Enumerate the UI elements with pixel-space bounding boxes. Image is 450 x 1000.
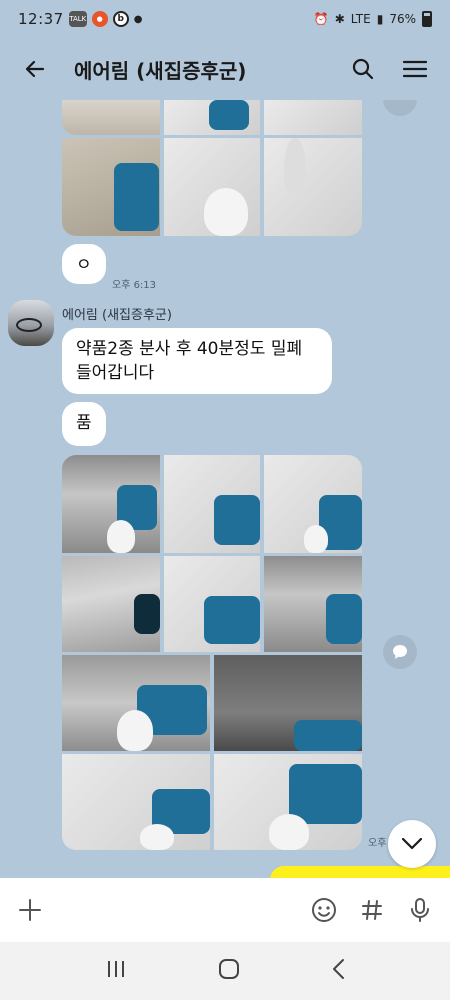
photo-thumbnail[interactable] [264,556,362,652]
system-back-button[interactable] [331,958,345,984]
sprayer-image [114,163,159,231]
photo-thumbnail[interactable] [264,455,362,553]
signal-icon: ▮ [376,12,384,26]
system-navigation-bar [0,942,450,1000]
plus-icon [19,899,41,921]
photo-thumbnail[interactable] [62,556,160,652]
search-icon [352,58,374,80]
message-bubble[interactable]: 약품2종 분사 후 40분정도 밀폐 들어갑니다 [62,328,332,394]
sprayer-image [294,720,362,751]
photo-thumbnail[interactable] [214,754,362,850]
emoji-button[interactable] [308,894,340,926]
share-button[interactable] [383,100,417,116]
sprayer-tank-image [117,710,153,751]
photo-thumbnail[interactable] [62,655,210,751]
sprayer-image [209,100,249,130]
sprayer-image [214,495,260,545]
sprayer-tank-image [204,188,248,236]
message-bubble[interactable]: 품 [62,402,106,446]
photo-thumbnail[interactable] [62,455,160,553]
chat-title: 에어림 (새집증후군) [74,58,247,83]
status-time: 12:37 [18,10,64,28]
sender-name: 에어림 (새집증후군) [62,308,172,323]
emoji-icon [312,898,336,922]
photo-thumbnail[interactable] [164,556,260,652]
sprayer-tank-image [269,814,309,850]
status-left: 12:37 TALK ● b ● [18,10,142,28]
photo-thumbnail[interactable] [62,100,160,135]
photo-thumbnail[interactable] [164,100,260,135]
scroll-down-button[interactable] [388,820,436,868]
recent-apps-icon [108,961,125,977]
app-notification-icon: ● [91,11,108,27]
sprayer-image [326,594,362,644]
status-right: ⏰ ✱ LTE ▮ 76% [314,11,432,27]
bluetooth-icon: ✱ [334,12,345,26]
photo-thumbnail[interactable] [164,455,260,553]
photo-thumbnail[interactable] [264,100,362,135]
back-button[interactable] [18,52,52,86]
hamburger-menu-icon [402,60,428,78]
photo-thumbnail[interactable] [214,655,362,751]
photo-thumbnail[interactable] [164,138,260,236]
hashtag-icon [362,900,382,920]
message-bubble[interactable]: ㅇ [62,244,106,284]
avatar[interactable] [8,300,54,346]
vacuum-image [284,138,306,198]
search-button[interactable] [346,52,380,86]
b-app-icon: b [112,11,129,27]
bicycle-icon [16,318,42,332]
battery-icon [422,11,432,27]
message-input[interactable] [58,890,292,930]
speech-bubble-icon [393,645,407,659]
home-icon [218,959,239,979]
chat-header: 에어림 (새집증후군) [0,38,450,100]
network-label: LTE [350,12,371,26]
recent-apps-button[interactable] [105,959,127,983]
attach-button[interactable] [14,894,46,926]
voice-button[interactable] [404,894,436,926]
back-chevron-icon [332,959,344,979]
share-button[interactable] [383,635,417,669]
alarm-icon: ⏰ [313,12,329,26]
photo-thumbnail[interactable] [62,754,210,850]
sprayer-image [134,594,160,634]
more-notifications-dot: ● [133,13,143,25]
status-bar: 12:37 TALK ● b ● ⏰ ✱ LTE ▮ 76% [0,0,450,38]
hashtag-button[interactable] [356,894,388,926]
menu-button[interactable] [398,52,432,86]
sprayer-tank-image [140,824,174,850]
chat-messages[interactable]: ㅇ 오후 6:13 에어림 (새집증후군) 약품2종 분사 후 40분정도 밀폐… [0,100,450,878]
message-time: 오후 [368,838,387,849]
sprayer-tank-image [107,520,135,553]
message-input-bar [0,878,450,942]
chevron-down-icon [401,837,423,850]
back-arrow-icon [25,60,45,78]
sprayer-image [289,764,362,824]
sprayer-tank-image [304,525,328,553]
sprayer-image [204,596,260,644]
photo-thumbnail[interactable] [264,138,362,236]
photo-thumbnail[interactable] [62,138,160,236]
message-time: 오후 6:13 [112,280,157,291]
microphone-icon [411,898,429,922]
battery-text: 76% [389,12,416,26]
home-button[interactable] [218,958,240,984]
talk-icon: TALK [68,11,87,27]
